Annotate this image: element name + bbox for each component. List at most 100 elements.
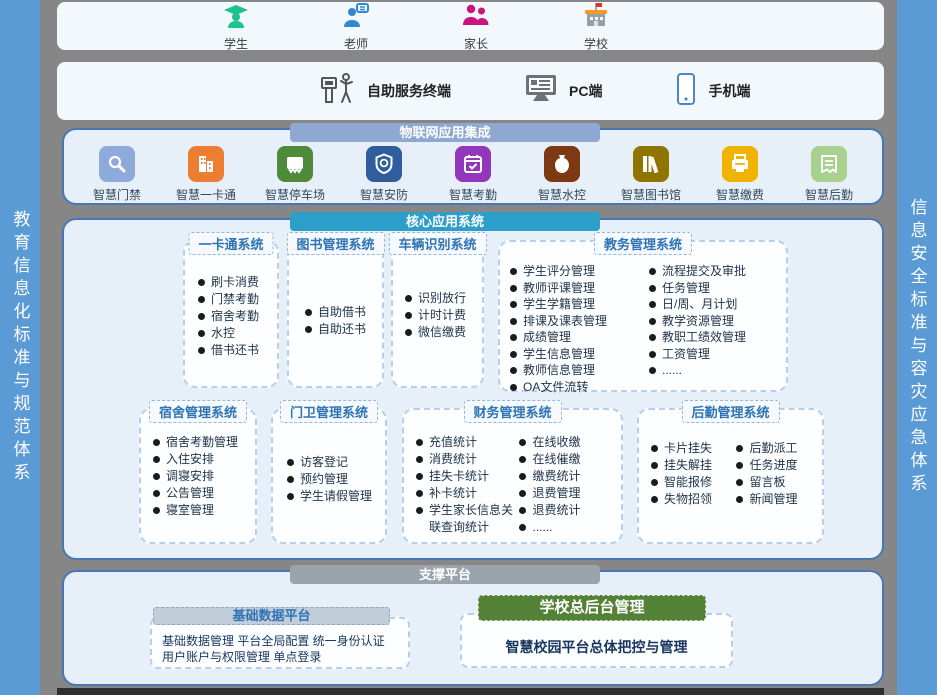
- security-icon: [366, 146, 402, 182]
- role-teacher: 老师: [312, 1, 400, 52]
- iot-access-control: 智慧门禁: [78, 146, 156, 203]
- bullet-dot: [510, 367, 517, 374]
- bullet-item: 学生信息管理: [510, 346, 649, 363]
- iot-security: 智慧安防: [345, 146, 423, 203]
- terminal-pc: PC端: [523, 73, 602, 110]
- system-title: 门卫管理系统: [280, 400, 378, 423]
- bullet-text: 借书还书: [211, 342, 273, 359]
- bullet-text: 退费管理: [532, 485, 619, 502]
- bullet-dot: [519, 507, 526, 514]
- bullet-item: 学生请假管理: [287, 488, 383, 505]
- bullet-text: 缴费统计: [532, 468, 619, 485]
- teacher-icon: [342, 1, 370, 34]
- bullet-text: 工资管理: [662, 346, 784, 363]
- bullet-dot: [287, 459, 294, 466]
- role-label: 家长: [464, 35, 488, 52]
- bullet-text: 留言板: [749, 474, 820, 491]
- school-admin-box: 智慧校园平台总体把控与管理: [460, 613, 733, 668]
- bullet-text: 智能报修: [664, 474, 736, 491]
- bullet-item: 教学资源管理: [649, 313, 784, 330]
- bullet-item: 日/周、月计划: [649, 296, 784, 313]
- system-gatekeeper: 门卫管理系统 访客登记预约管理学生请假管理: [271, 408, 387, 544]
- bullet-dot: [519, 456, 526, 463]
- bullet-text: 学生学籍管理: [523, 296, 649, 313]
- bullet-item: 微信缴费: [405, 324, 478, 341]
- bullet-text: ......: [662, 362, 784, 379]
- system-title: 一卡通系统: [188, 232, 273, 255]
- iot-library: 智慧图书馆: [612, 146, 690, 203]
- bullet-item: 挂失卡统计: [416, 468, 519, 485]
- bullet-dot: [416, 456, 423, 463]
- system-feature-list: 充值统计消费统计挂失卡统计补卡统计学生家长信息关联查询统计: [416, 434, 519, 536]
- bullet-dot: [198, 313, 205, 320]
- iot-label: 智慧水控: [538, 186, 586, 203]
- iot-label: 智慧停车场: [265, 186, 325, 203]
- school-admin-desc: 智慧校园平台总体把控与管理: [506, 637, 688, 657]
- bullet-text: 调寝安排: [166, 468, 253, 485]
- role-parents: 家长: [432, 1, 520, 52]
- bullet-item: 在线催缴: [519, 451, 619, 468]
- right-security-label: 信息安全标准与容灾应急体系: [905, 198, 930, 497]
- bullet-item: 学生学籍管理: [510, 296, 649, 313]
- system-feature-list: 流程提交及审批任务管理日/周、月计划教学资源管理教职工绩效管理工资管理.....…: [649, 263, 784, 395]
- iot-label: 智慧缴费: [716, 186, 764, 203]
- bullet-item: ......: [519, 519, 619, 536]
- bullet-text: 入住安排: [166, 451, 253, 468]
- bullet-text: 教学资源管理: [662, 313, 784, 330]
- left-standards-label: 教育信息化标准与规范体系: [8, 210, 33, 486]
- access-terminals-row: 自助服务终端 PC端 手机端: [57, 62, 884, 120]
- bullet-item: 补卡统计: [416, 485, 519, 502]
- system-dormitory: 宿舍管理系统 宿舍考勤管理入住安排调寝安排公告管理寝室管理: [139, 408, 257, 544]
- bullet-text: 在线催缴: [532, 451, 619, 468]
- bullet-item: ......: [649, 362, 784, 379]
- parents-icon: [462, 1, 490, 34]
- system-feature-list: 后勤派工任务进度留言板新闻管理: [736, 440, 820, 508]
- bullet-item: 学生评分管理: [510, 263, 649, 280]
- system-logistics: 后勤管理系统 卡片挂失挂失解挂智能报修失物招领 后勤派工任务进度留言板新闻管理: [637, 408, 824, 544]
- bullet-item: 后勤派工: [736, 440, 820, 457]
- bullet-dot: [736, 462, 743, 469]
- bullet-text: ......: [532, 519, 619, 536]
- role-label: 学校: [584, 35, 608, 52]
- bullet-text: 刷卡消费: [211, 274, 273, 291]
- bullet-dot: [153, 490, 160, 497]
- bullet-item: 门禁考勤: [198, 291, 273, 308]
- bullet-dot: [649, 268, 656, 275]
- bullet-dot: [287, 493, 294, 500]
- bullet-text: 宿舍考勤管理: [166, 434, 253, 451]
- role-label: 老师: [344, 35, 368, 52]
- bullet-dot: [405, 312, 412, 319]
- system-onecard: 一卡通系统 刷卡消费门禁考勤宿舍考勤水控借书还书: [183, 240, 279, 388]
- bullet-dot: [153, 439, 160, 446]
- bullet-text: 水控: [211, 325, 273, 342]
- school-icon: [582, 1, 610, 34]
- role-student: 学生: [192, 1, 280, 52]
- bullet-text: 宿舍考勤: [211, 308, 273, 325]
- iot-section-banner: 物联网应用集成: [290, 123, 600, 142]
- bullet-dot: [649, 334, 656, 341]
- pc-icon: [523, 73, 559, 110]
- bullet-item: 计时计费: [405, 307, 478, 324]
- bullet-dot: [510, 285, 517, 292]
- bullet-dot: [198, 296, 205, 303]
- role-label: 学生: [224, 35, 248, 52]
- bullet-item: 教师评课管理: [510, 280, 649, 297]
- bullet-item: 公告管理: [153, 485, 253, 502]
- system-feature-list: 卡片挂失挂失解挂智能报修失物招领: [651, 440, 736, 508]
- bullet-text: 教职工绩效管理: [662, 329, 784, 346]
- bullet-dot: [510, 351, 517, 358]
- iot-onecard: 智慧一卡通: [167, 146, 245, 203]
- terminal-label: 自助服务终端: [367, 81, 451, 101]
- iot-label: 智慧一卡通: [176, 186, 236, 203]
- bullet-dot: [649, 367, 656, 374]
- system-title: 车辆识别系统: [388, 232, 486, 255]
- smart-campus-architecture-diagram: 教育信息化标准与规范体系 信息安全标准与容灾应急体系 学生 老师 家长: [0, 0, 937, 695]
- system-title: 宿舍管理系统: [149, 400, 247, 423]
- bullet-item: 预约管理: [287, 471, 383, 488]
- bullet-text: 学生家长信息关联查询统计: [429, 502, 519, 536]
- bullet-text: 成绩管理: [523, 329, 649, 346]
- bullet-text: 挂失卡统计: [429, 468, 519, 485]
- payment-icon: [722, 146, 758, 182]
- bullet-item: 充值统计: [416, 434, 519, 451]
- iot-label: 智慧安防: [360, 186, 408, 203]
